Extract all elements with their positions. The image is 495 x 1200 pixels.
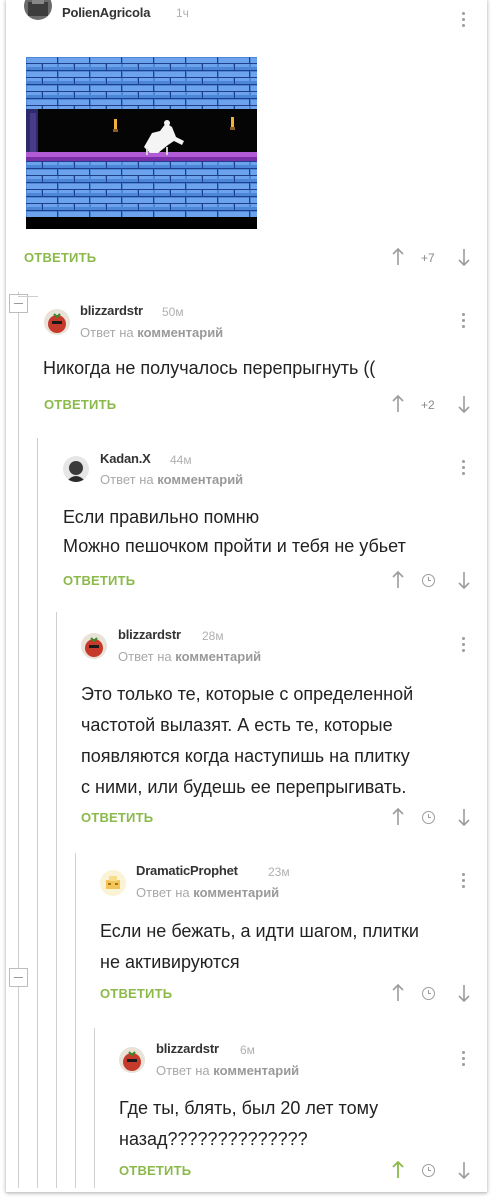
thread-guide-line[interactable] (94, 1028, 95, 1188)
reply-button[interactable]: ОТВЕТИТЬ (44, 397, 116, 412)
downvote-arrow-icon[interactable] (457, 395, 471, 414)
reply-button[interactable]: ОТВЕТИТЬ (100, 986, 172, 1001)
downvote-arrow-icon[interactable] (457, 571, 471, 590)
username[interactable]: DramaticProphet (136, 863, 238, 878)
avatar[interactable] (24, 0, 52, 20)
more-menu-icon[interactable] (458, 1051, 468, 1069)
comment-time: 28м (202, 629, 224, 643)
more-menu-icon[interactable] (458, 12, 468, 30)
thread-guide-line[interactable] (18, 292, 19, 1188)
downvote-arrow-icon[interactable] (457, 984, 471, 1003)
tomato-avatar-icon (119, 1047, 145, 1073)
clock-icon (422, 574, 435, 587)
avatar[interactable] (119, 1047, 145, 1073)
comment-score: +7 (421, 251, 435, 265)
upvote-arrow-icon[interactable] (391, 983, 405, 1002)
comment-text: Никогда не получалось перепрыгнуть (( (43, 358, 376, 378)
prince-of-persia-screenshot-icon (26, 57, 257, 229)
thread-guide-line[interactable] (37, 438, 38, 1188)
comment-time: 1ч (176, 6, 189, 20)
upvote-arrow-icon[interactable] (391, 570, 405, 589)
thread-connector (18, 296, 38, 297)
more-menu-icon[interactable] (458, 637, 468, 655)
avatar[interactable] (63, 456, 89, 482)
avatar[interactable] (81, 633, 107, 659)
comment-time: 23м (268, 865, 290, 879)
downvote-arrow-icon[interactable] (457, 808, 471, 827)
reply-reference[interactable]: Ответ на комментарий (156, 1063, 299, 1078)
reply-reference[interactable]: Ответ на комментарий (118, 649, 261, 664)
post-image[interactable] (26, 57, 257, 229)
top-comment: PolienAgricola 1ч ОТВЕТИТЬ +7 (6, 0, 487, 280)
downvote-arrow-icon[interactable] (457, 248, 471, 267)
comment-text: Это только те, которые с определенной (81, 684, 414, 704)
comment-text: Если не бежать, а идти шагом, плитки (100, 921, 419, 941)
username[interactable]: blizzardstr (80, 303, 143, 318)
tomato-avatar-icon (81, 633, 107, 659)
clock-icon (422, 811, 435, 824)
clock-icon (422, 1164, 435, 1177)
comment-text: с ними, или будешь ее перепрыгивать. (81, 777, 407, 797)
comment-time: 50м (162, 305, 184, 319)
avatar[interactable] (44, 309, 70, 335)
upvote-arrow-icon[interactable] (391, 394, 405, 413)
username[interactable]: Kadan.X (100, 451, 151, 466)
comment-text: назад?????????????? (119, 1129, 308, 1149)
comment-text: Можно пешочком пройти и тебя не убьет (63, 536, 406, 556)
comment-text: не активируются (100, 952, 240, 972)
comment-time: 6м (240, 1043, 255, 1057)
comment-text: Если правильно помню (63, 507, 260, 527)
comment-score: +2 (421, 398, 435, 412)
comment-text: Где ты, блять, был 20 лет тому (119, 1098, 379, 1118)
clock-icon (422, 987, 435, 1000)
reply-reference[interactable]: Ответ на комментарий (136, 885, 279, 900)
more-menu-icon[interactable] (458, 460, 468, 478)
upvote-arrow-icon[interactable] (391, 807, 405, 826)
reply-button[interactable]: ОТВЕТИТЬ (24, 250, 96, 265)
comment-text: частотой вылазят. А есть те, которые (81, 715, 393, 735)
reply-button[interactable]: ОТВЕТИТЬ (81, 810, 153, 825)
reply-reference[interactable]: Ответ на комментарий (100, 472, 243, 487)
more-menu-icon[interactable] (458, 313, 468, 331)
tomato-avatar-icon (44, 309, 70, 335)
comment-text: появляются когда наступишь на плитку (81, 746, 410, 766)
username[interactable]: PolienAgricola (62, 5, 150, 20)
upvote-arrow-icon[interactable] (391, 247, 405, 266)
avatar[interactable] (100, 870, 126, 896)
thread-guide-line[interactable] (56, 612, 57, 1188)
username[interactable]: blizzardstr (156, 1041, 219, 1056)
dark-portrait-avatar-icon (63, 456, 89, 482)
comment-thread: PolienAgricola 1ч ОТВЕТИТЬ +7 blizzardst… (6, 0, 487, 1193)
collapse-thread-button[interactable] (9, 968, 28, 987)
thread-guide-line[interactable] (75, 853, 76, 1188)
yellow-doodle-avatar-icon (100, 870, 126, 896)
downvote-arrow-icon[interactable] (457, 1161, 471, 1180)
more-menu-icon[interactable] (458, 873, 468, 891)
upvote-arrow-icon[interactable] (391, 1160, 405, 1179)
reply-reference[interactable]: Ответ на комментарий (80, 325, 223, 340)
reply-button[interactable]: ОТВЕТИТЬ (63, 573, 135, 588)
reply-button[interactable]: ОТВЕТИТЬ (119, 1163, 191, 1178)
avatar-icon (28, 0, 48, 16)
comment-time: 44м (170, 453, 192, 467)
username[interactable]: blizzardstr (118, 627, 181, 642)
